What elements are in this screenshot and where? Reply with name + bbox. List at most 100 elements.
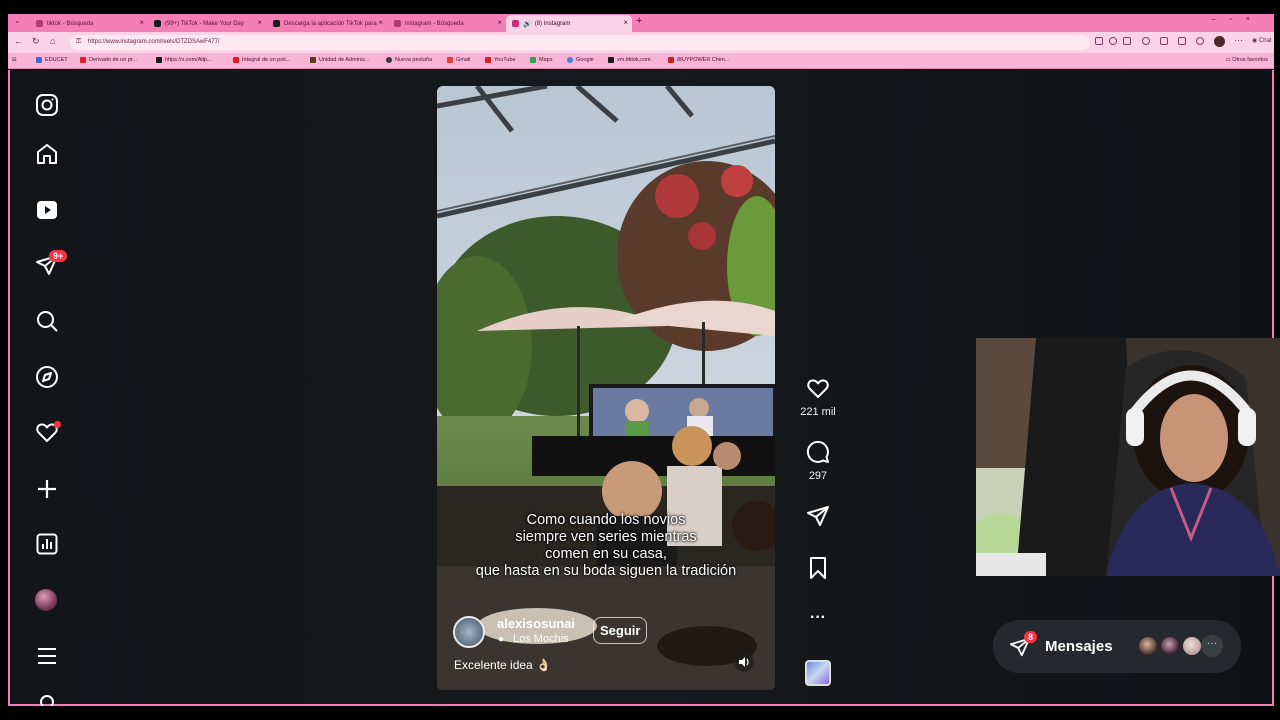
close-icon[interactable]: ×: [623, 18, 628, 27]
reels-icon[interactable]: [34, 197, 60, 223]
bookmarks-bar: ⊟ EDUCET Derivado de un pr... https://x.…: [8, 53, 1274, 69]
follow-button[interactable]: Seguir: [593, 617, 648, 644]
extensions-icon[interactable]: [1142, 37, 1150, 45]
comment-icon[interactable]: [805, 440, 831, 464]
likes-count: 221 mil: [800, 406, 836, 418]
bookmark-favicon-icon: [668, 57, 674, 63]
bing-favicon-icon: [394, 20, 401, 27]
tab-instagram-search[interactable]: instagram - Búsqueda ×: [388, 15, 506, 32]
bookmark-derivado[interactable]: Derivado de un pr...: [80, 57, 137, 63]
bookmark-vm-tiktok[interactable]: vm.tiktok.com: [608, 57, 651, 63]
bookmarks-menu-icon[interactable]: ⊟: [12, 57, 17, 63]
messages-badge: 9+: [49, 250, 68, 262]
x-favicon-icon: [156, 57, 162, 63]
instagram-logo-icon[interactable]: [34, 92, 60, 118]
menu-icon[interactable]: [34, 643, 60, 669]
profile-avatar[interactable]: [1214, 36, 1225, 47]
close-icon[interactable]: ×: [378, 18, 383, 27]
home-icon[interactable]: ⌂: [50, 36, 55, 46]
volume-icon[interactable]: [734, 652, 754, 672]
threads-icon[interactable]: [34, 692, 60, 706]
profile-avatar[interactable]: [35, 589, 57, 611]
favorite-star-icon[interactable]: [1123, 37, 1131, 45]
back-icon[interactable]: ←: [14, 36, 23, 46]
tiktok-favicon-icon: [154, 20, 161, 27]
bookmark-gmail[interactable]: Gmail: [447, 57, 470, 63]
zoom-icon[interactable]: [1109, 37, 1117, 45]
home-icon[interactable]: [34, 141, 60, 167]
copilot-chat-button[interactable]: ◉ Chat: [1252, 37, 1272, 44]
history-icon[interactable]: [1196, 37, 1204, 45]
favorites-icon[interactable]: [1178, 37, 1186, 45]
bookmark-favicon-icon: [36, 57, 42, 63]
bookmark-nueva-pestana[interactable]: Nueva pestaña: [386, 57, 432, 63]
window-controls[interactable]: –▫×: [1212, 16, 1264, 23]
split-icon[interactable]: [1160, 37, 1168, 45]
reel-video[interactable]: Como cuando los novios siempre ven serie…: [437, 86, 775, 690]
split-screen-icon[interactable]: [1095, 37, 1103, 45]
messages-count-badge: 8: [1024, 631, 1038, 643]
close-icon[interactable]: ×: [139, 18, 144, 27]
tiktok-favicon-icon: [273, 20, 280, 27]
youtube-favicon-icon: [80, 57, 86, 63]
speaker-icon[interactable]: 🔊: [523, 20, 532, 28]
bing-favicon-icon: [36, 20, 43, 27]
search-icon[interactable]: [34, 308, 60, 334]
comments-count: 297: [808, 470, 828, 482]
globe-icon: [386, 57, 392, 63]
video-frame-image: [437, 86, 775, 690]
contact-avatar[interactable]: [1181, 635, 1203, 657]
maps-favicon-icon: [530, 57, 536, 63]
new-tab-button[interactable]: +: [636, 15, 642, 27]
save-bookmark-icon[interactable]: [805, 556, 831, 580]
author-username[interactable]: alexisosunai: [497, 616, 575, 631]
author-avatar[interactable]: [453, 616, 485, 648]
reel-description[interactable]: Excelente idea 👌🏻: [454, 658, 551, 672]
tab-instagram[interactable]: 🔊 (8) Instagram ×: [506, 15, 632, 32]
site-info-icon[interactable]: ⚿: [76, 38, 81, 46]
browser-toolbar: ← ↻ ⌂ ⚿ https://www.instagram.com/reels/…: [8, 32, 1274, 53]
instagram-favicon-icon: [512, 20, 519, 27]
bookmark-ibuypower[interactable]: iBUYPOWER Chim...: [668, 57, 729, 63]
webcam-overlay: [976, 338, 1280, 576]
tab-tiktok-download[interactable]: Descarga la aplicación TikTok para ×: [267, 15, 387, 32]
tiktok-favicon-icon: [608, 57, 614, 63]
location-pin-icon: ●: [498, 634, 505, 645]
address-bar[interactable]: ⚿ https://www.instagram.com/reels/DTZDSA…: [70, 35, 1090, 50]
bookmark-x[interactable]: https://x.com/Allp...: [156, 57, 211, 63]
author-location[interactable]: Los Mochis: [513, 633, 569, 645]
bookmark-unidad[interactable]: Unidad de Adminis...: [310, 57, 369, 63]
explore-icon[interactable]: [34, 364, 60, 390]
reload-icon[interactable]: ↻: [32, 36, 40, 47]
dashboard-icon[interactable]: [34, 531, 60, 557]
more-icon[interactable]: ···: [1234, 35, 1243, 45]
reel-caption: Como cuando los novios siempre ven serie…: [475, 512, 737, 579]
bookmark-educet[interactable]: EDUCET: [36, 57, 68, 63]
tab-tiktok-home[interactable]: (99+) TikTok - Make Your Day ×: [148, 15, 266, 32]
close-icon[interactable]: ×: [497, 18, 502, 27]
browser-tab-bar: ⌄ tiktok - Búsqueda × (99+) TikTok - Mak…: [8, 14, 1274, 32]
audio-thumbnail[interactable]: [805, 660, 831, 686]
bookmark-maps[interactable]: Maps: [530, 57, 552, 63]
contact-avatar[interactable]: [1137, 635, 1159, 657]
gmail-favicon-icon: [447, 57, 453, 63]
other-favorites[interactable]: ▭ Otros favoritos: [1226, 57, 1269, 63]
close-icon[interactable]: ×: [257, 18, 262, 27]
bookmark-google[interactable]: Google: [567, 57, 594, 63]
messages-bar[interactable]: 8 Mensajes ···: [993, 620, 1241, 673]
more-options-icon[interactable]: ···: [805, 610, 831, 626]
create-icon[interactable]: [34, 476, 60, 502]
youtube-favicon-icon: [233, 57, 239, 63]
bookmark-integral[interactable]: Integral de un poli...: [233, 57, 290, 63]
tab-tiktok-search[interactable]: tiktok - Búsqueda ×: [30, 15, 148, 32]
webcam-image: [976, 338, 1280, 576]
share-icon[interactable]: [805, 504, 831, 528]
screen: ⌄ tiktok - Búsqueda × (99+) TikTok - Mak…: [0, 0, 1280, 720]
like-heart-icon[interactable]: [805, 376, 831, 400]
bookmark-favicon-icon: [310, 57, 316, 63]
tab-list-icon[interactable]: ⌄: [14, 16, 21, 25]
contact-avatar[interactable]: [1159, 635, 1181, 657]
youtube-favicon-icon: [485, 57, 491, 63]
bookmark-youtube[interactable]: YouTube: [485, 57, 516, 63]
more-contacts-button[interactable]: ···: [1201, 635, 1223, 657]
